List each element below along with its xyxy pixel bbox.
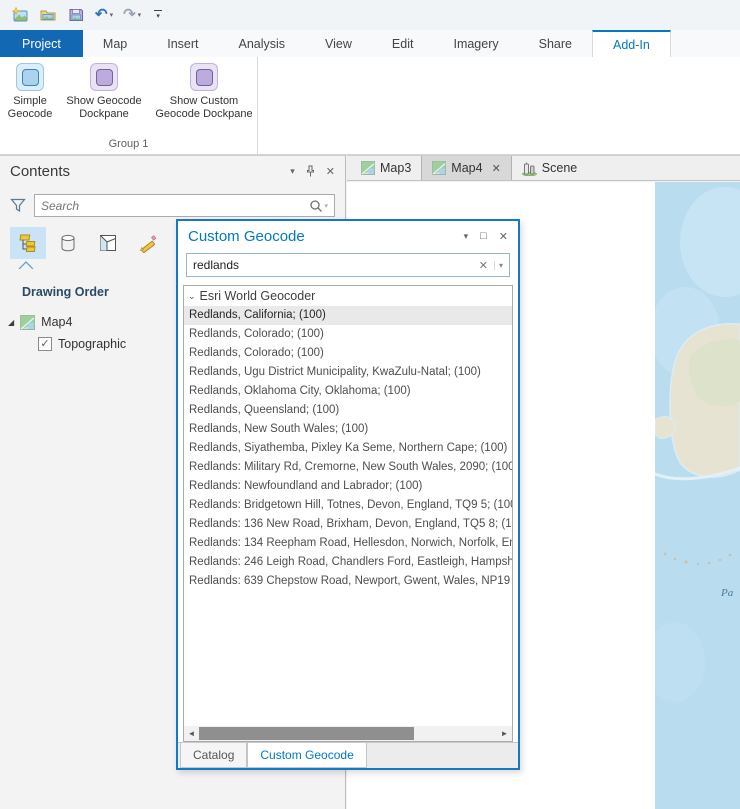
geocode-results-box: ⌄ Esri World Geocoder Redlands, Californ… xyxy=(183,285,513,742)
geocode-search-input[interactable] xyxy=(193,258,473,272)
scroll-right-icon[interactable]: ► xyxy=(497,726,512,741)
contents-pane-header: Contents ▾ ✕ xyxy=(0,156,345,186)
collapse-icon[interactable]: ⌄ xyxy=(188,291,196,302)
result-item[interactable]: Redlands: Newfoundland and Labrador; (10… xyxy=(184,477,512,496)
result-item[interactable]: Redlands, Oklahoma City, Oklahoma; (100) xyxy=(184,382,512,401)
contents-close-icon[interactable]: ✕ xyxy=(326,165,335,178)
result-item[interactable]: Redlands, New South Wales; (100) xyxy=(184,420,512,439)
filter-icon[interactable] xyxy=(10,198,26,213)
tab-view[interactable]: View xyxy=(305,30,372,57)
custom-geocode-dockpane-icon xyxy=(190,63,218,91)
bottom-tab-custom-geocode[interactable]: Custom Geocode xyxy=(247,743,367,768)
customize-qat-icon[interactable]: ▾ xyxy=(154,10,163,20)
tree-item-label: Topographic xyxy=(58,337,127,351)
contents-pane-title: Contents xyxy=(10,162,71,180)
scrollbar-track[interactable] xyxy=(199,726,497,741)
map-thumb-icon xyxy=(432,161,447,175)
layer-checkbox[interactable]: ✓ xyxy=(38,337,52,351)
result-item[interactable]: Redlands, Colorado; (100) xyxy=(184,325,512,344)
clear-search-icon[interactable]: ✕ xyxy=(473,259,494,272)
contents-menu-icon[interactable]: ▾ xyxy=(290,166,295,177)
redo-button[interactable]: ↷ ▾ xyxy=(120,6,144,24)
simple-geocode-button[interactable]: Simple Geocode xyxy=(4,63,56,121)
simple-geocode-icon xyxy=(16,63,44,91)
tab-imagery[interactable]: Imagery xyxy=(433,30,518,57)
geocode-results-list: ⌄ Esri World Geocoder Redlands, Californ… xyxy=(184,286,512,726)
tab-map[interactable]: Map xyxy=(83,30,147,57)
contents-pin-icon[interactable] xyxy=(305,165,316,178)
expander-icon[interactable]: ◢ xyxy=(8,318,14,327)
show-custom-geocode-dockpane-button[interactable]: Show Custom Geocode Dockpane xyxy=(152,63,256,121)
map-thumb-icon xyxy=(20,314,36,330)
save-project-icon[interactable] xyxy=(64,5,88,25)
contents-search-box[interactable]: ▾ xyxy=(34,194,335,217)
geocoder-group-header[interactable]: ⌄ Esri World Geocoder xyxy=(184,286,512,306)
result-item[interactable]: Redlands, California; (100) xyxy=(184,306,512,325)
active-tab-caret-icon xyxy=(18,261,34,269)
show-geocode-dockpane-button[interactable]: Show Geocode Dockpane xyxy=(62,63,146,121)
geocode-dockpane-icon xyxy=(90,63,118,91)
view-tab-scene[interactable]: Scene xyxy=(512,156,587,180)
geocode-close-icon[interactable]: ✕ xyxy=(499,230,508,243)
geocode-bottom-tabbar: Catalog Custom Geocode xyxy=(178,742,518,768)
result-item[interactable]: Redlands: Military Rd, Cremorne, New Sou… xyxy=(184,458,512,477)
view-tab-map4[interactable]: Map4 ✕ xyxy=(421,156,512,180)
new-project-icon[interactable] xyxy=(8,5,32,25)
close-tab-icon[interactable]: ✕ xyxy=(492,162,501,175)
undo-button[interactable]: ↶ ▾ xyxy=(92,6,116,24)
list-by-drawing-order-icon[interactable] xyxy=(10,227,46,259)
result-item[interactable]: Redlands: 134 Reepham Road, Hellesdon, N… xyxy=(184,534,512,553)
geocode-titlebar[interactable]: Custom Geocode ▾ □ ✕ xyxy=(178,221,518,251)
quick-access-toolbar: ↶ ▾ ↷ ▾ ▾ xyxy=(0,0,740,30)
ribbon-group-1: Simple Geocode Show Geocode Dockpane Sho… xyxy=(0,57,258,154)
search-history-dropdown-icon[interactable]: ▾ xyxy=(493,260,503,270)
result-item[interactable]: Redlands: 639 Chepstow Road, Newport, Gw… xyxy=(184,572,512,591)
ribbon-group-label: Group 1 xyxy=(108,138,149,150)
result-item[interactable]: Redlands: 246 Leigh Road, Chandlers Ford… xyxy=(184,553,512,572)
search-icon[interactable] xyxy=(309,199,323,213)
undo-icon: ↶ xyxy=(95,6,108,23)
result-item[interactable]: Redlands, Ugu District Municipality, Kwa… xyxy=(184,363,512,382)
result-item[interactable]: Redlands, Queensland; (100) xyxy=(184,401,512,420)
result-item[interactable]: Redlands: Bridgetown Hill, Totnes, Devon… xyxy=(184,496,512,515)
tab-add-in[interactable]: Add-In xyxy=(591,30,671,57)
search-dropdown-icon[interactable]: ▾ xyxy=(324,202,328,210)
open-project-icon[interactable] xyxy=(36,5,60,25)
bottom-tab-catalog[interactable]: Catalog xyxy=(180,743,248,768)
ocean-label: Pa xyxy=(720,587,734,599)
geocode-menu-icon[interactable]: ▾ xyxy=(464,231,469,242)
result-item[interactable]: Redlands: 136 New Road, Brixham, Devon, … xyxy=(184,515,512,534)
contents-search-input[interactable] xyxy=(41,198,310,213)
scene-icon xyxy=(521,161,537,176)
list-by-editing-icon[interactable] xyxy=(130,227,166,259)
tab-analysis[interactable]: Analysis xyxy=(219,30,306,57)
view-tab-map3[interactable]: Map3 xyxy=(351,156,421,180)
redo-dropdown-icon[interactable]: ▾ xyxy=(138,11,142,19)
map-thumb-icon xyxy=(361,161,375,175)
geocode-float-icon[interactable]: □ xyxy=(480,230,487,242)
tree-item-label: Map4 xyxy=(41,315,73,329)
geocode-search-box[interactable]: ✕ ▾ xyxy=(186,253,510,277)
horizontal-scrollbar[interactable]: ◄ ► xyxy=(184,726,512,741)
ribbon: Simple Geocode Show Geocode Dockpane Sho… xyxy=(0,57,740,155)
ribbon-tab-bar: Project Map Insert Analysis View Edit Im… xyxy=(0,30,740,57)
tab-share[interactable]: Share xyxy=(519,30,592,57)
undo-dropdown-icon[interactable]: ▾ xyxy=(110,11,114,19)
scroll-left-icon[interactable]: ◄ xyxy=(184,726,199,741)
scrollbar-thumb[interactable] xyxy=(199,727,414,740)
basemap: Pa xyxy=(655,182,740,809)
result-item[interactable]: Redlands, Colorado; (100) xyxy=(184,344,512,363)
tab-edit[interactable]: Edit xyxy=(372,30,434,57)
tab-project[interactable]: Project xyxy=(0,30,83,57)
view-tab-bar: Map3 Map4 ✕ Scene xyxy=(347,155,740,181)
list-by-selection-icon[interactable] xyxy=(90,227,126,259)
tab-insert[interactable]: Insert xyxy=(147,30,218,57)
geocode-search-row: ✕ ▾ xyxy=(178,251,518,285)
result-item[interactable]: Redlands, Siyathemba, Pixley Ka Seme, No… xyxy=(184,439,512,458)
redo-icon: ↷ xyxy=(123,6,136,23)
custom-geocode-pane: Custom Geocode ▾ □ ✕ ✕ ▾ ⌄ Esri World Ge… xyxy=(176,219,520,770)
list-by-data-source-icon[interactable] xyxy=(50,227,86,259)
contents-search-row: ▾ xyxy=(0,186,345,221)
geocode-pane-title: Custom Geocode xyxy=(188,227,305,245)
